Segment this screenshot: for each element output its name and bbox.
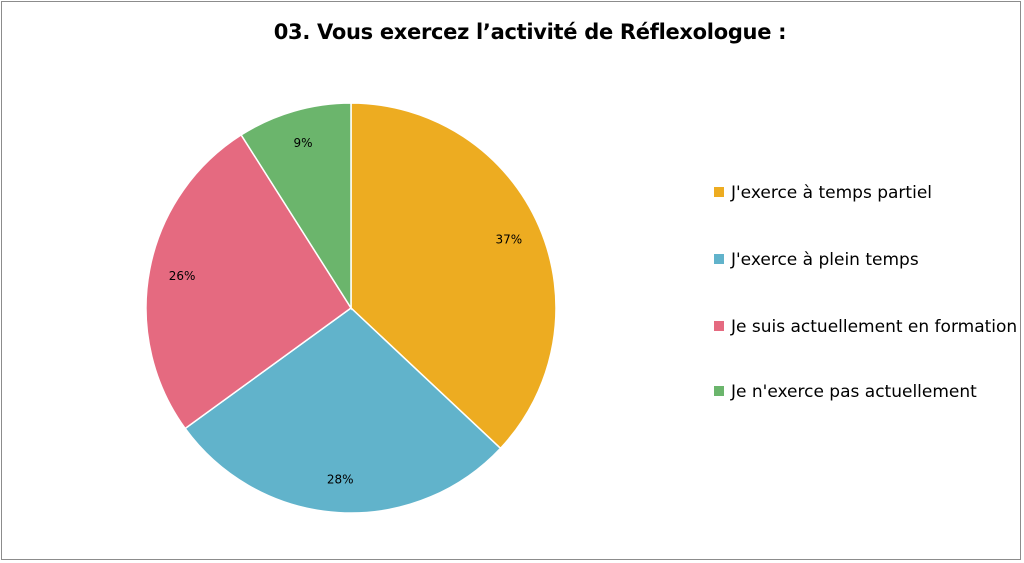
- legend-label: J'exerce à plein temps: [731, 250, 919, 270]
- legend-label: Je suis actuellement en formation: [731, 317, 1018, 337]
- data-label-part-time: 37%: [496, 233, 523, 247]
- data-label-in-training: 26%: [169, 269, 196, 283]
- legend-item-full-time: J'exerce à plein temps: [714, 247, 1021, 273]
- legend-swatch-in-training: [714, 321, 724, 331]
- legend-swatch-full-time: [714, 254, 724, 264]
- legend-item-not-practicing: Je n'exerce pas actuellement: [714, 379, 1021, 405]
- legend-label: J'exerce à temps partiel: [731, 183, 932, 203]
- data-label-full-time: 28%: [327, 473, 354, 487]
- data-label-not-practicing: 9%: [293, 136, 312, 150]
- legend-item-part-time: J'exerce à temps partiel: [714, 180, 1021, 206]
- legend-item-in-training: Je suis actuellement en formation: [714, 314, 1021, 340]
- legend-swatch-not-practicing: [714, 386, 724, 396]
- legend-swatch-part-time: [714, 187, 724, 197]
- legend-label: Je n'exerce pas actuellement: [731, 382, 977, 402]
- pie-chart: 37% 28% 26% 9%: [145, 102, 557, 514]
